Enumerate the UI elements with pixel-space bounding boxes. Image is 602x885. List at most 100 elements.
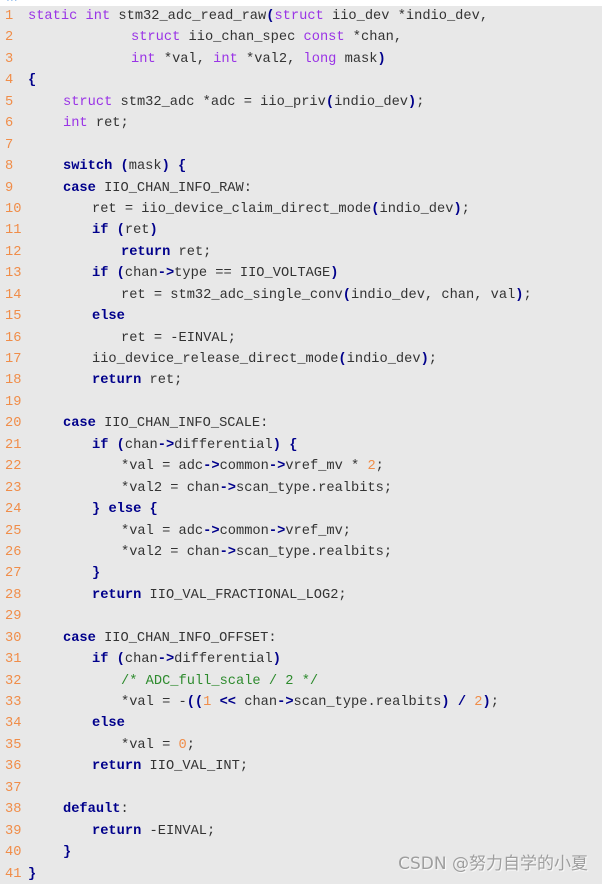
- code-line: 35 *val = 0;: [0, 735, 602, 756]
- code-content: {: [28, 70, 36, 91]
- operator: (: [116, 437, 125, 453]
- code-line: 2 struct iio_chan_spec const *chan,: [0, 27, 602, 48]
- code-line: 25 *val = adc->common->vref_mv;: [0, 521, 602, 542]
- operator: ->: [203, 523, 220, 539]
- code-text: chan: [124, 437, 158, 453]
- code-content: int *val, int *val2, long mask): [131, 49, 386, 70]
- code-content: if (chan->type == IIO_VOLTAGE): [92, 263, 338, 284]
- keyword: case: [63, 630, 96, 646]
- code-content: *val2 = chan->scan_type.realbits;: [121, 478, 392, 499]
- keyword: else: [108, 502, 142, 518]
- code-content: return ret;: [121, 242, 211, 263]
- code-text: iio_dev *indio_dev,: [323, 9, 489, 24]
- code-content: else: [92, 713, 125, 734]
- code-line: 38 default:: [0, 799, 602, 820]
- code-text: ret = iio_device_claim_direct_mode: [92, 201, 372, 217]
- code-content: static int stm32_adc_read_raw(struct iio…: [28, 6, 488, 27]
- code-text: scan_type.realbits;: [236, 544, 393, 560]
- code-content: *val = -((1 << chan->scan_type.realbits)…: [121, 692, 499, 713]
- operator: ->: [157, 266, 175, 282]
- code-content: if (chan->differential): [92, 649, 281, 670]
- code-line: 21 if (chan->differential) {: [0, 435, 602, 456]
- code-line: 3 int *val, int *val2, long mask): [0, 49, 602, 70]
- line-number: 35: [5, 737, 22, 753]
- operator: (: [325, 94, 335, 110]
- operator: ): [420, 352, 429, 367]
- line-number: 8: [5, 159, 14, 175]
- code-line: 34 else: [0, 713, 602, 734]
- operator: ): [408, 94, 417, 110]
- code-line: 26 *val2 = chan->scan_type.realbits;: [0, 542, 602, 563]
- code-line: 24} else {: [0, 499, 602, 520]
- code-content: struct stm32_adc *adc = iio_priv(indio_d…: [63, 92, 424, 113]
- operator: ((: [186, 695, 204, 710]
- code-text: *val = -: [121, 695, 187, 710]
- number-literal: 2: [367, 459, 376, 475]
- code-content: struct iio_chan_spec const *chan,: [131, 27, 402, 48]
- operator: ->: [219, 480, 237, 496]
- code-text: common: [219, 459, 269, 475]
- operator: (: [338, 352, 347, 367]
- code-text: ret;: [170, 244, 212, 260]
- operator: {: [178, 159, 187, 175]
- code-content: *val2 = chan->scan_type.realbits;: [121, 542, 392, 563]
- operator: ): [149, 223, 158, 239]
- code-content: }: [92, 563, 100, 584]
- line-number: 32: [5, 673, 22, 689]
- code-line: 23 *val2 = chan->scan_type.realbits;: [0, 478, 602, 499]
- code-text: IIO_VAL_INT;: [141, 759, 249, 775]
- code-text: ;: [461, 201, 470, 217]
- code-text: type == IIO_VOLTAGE: [174, 266, 331, 282]
- line-number: 11: [5, 223, 22, 239]
- line-number: 36: [5, 759, 22, 775]
- code-content: case IIO_CHAN_INFO_RAW:: [63, 178, 252, 199]
- operator: }: [92, 502, 101, 518]
- code-text: indio_dev: [346, 352, 421, 367]
- keyword: default: [63, 802, 121, 818]
- line-number: 2: [5, 30, 14, 46]
- code-text: *val2 = chan: [121, 480, 220, 496]
- line-number: 16: [5, 330, 22, 346]
- code-text: ;: [416, 94, 425, 110]
- code-text: *val2 = chan: [121, 544, 220, 560]
- code-line: 11 if (ret): [0, 220, 602, 241]
- code-content: else: [92, 306, 125, 327]
- code-content: return ret;: [92, 370, 182, 391]
- line-number: 3: [5, 51, 14, 67]
- code-content: *val = adc->common->vref_mv;: [121, 521, 351, 542]
- operator: ->: [157, 652, 175, 668]
- code-block: 1 static int stm32_adc_read_raw(struct ii…: [0, 6, 602, 884]
- code-content: return -EINVAL;: [92, 821, 215, 842]
- code-line: 20 case IIO_CHAN_INFO_SCALE:: [0, 413, 602, 434]
- code-text: IIO_CHAN_INFO_RAW:: [95, 180, 252, 196]
- code-content: } else {: [92, 499, 158, 520]
- number-literal: 2: [474, 695, 483, 710]
- keyword: return: [92, 373, 142, 389]
- code-text: ret: [124, 223, 150, 239]
- line-number: 34: [5, 716, 22, 732]
- code-text: *val,: [155, 51, 214, 67]
- line-number: 9: [5, 180, 14, 196]
- code-line: 8 switch (mask) {: [0, 156, 602, 177]
- operator: <<: [219, 695, 237, 710]
- type-keyword: int: [63, 116, 88, 132]
- operator: ->: [157, 437, 175, 453]
- operator: (: [371, 201, 380, 217]
- operator: ): [161, 159, 170, 175]
- code-text: ;: [490, 695, 499, 710]
- operator: ): [441, 695, 450, 710]
- comment: /* ADC_full_scale / 2 */: [121, 673, 319, 689]
- line-number: 29: [5, 609, 22, 625]
- code-text: IIO_CHAN_INFO_OFFSET:: [95, 630, 277, 646]
- code-content: }: [28, 864, 36, 885]
- operator: }: [63, 845, 72, 861]
- operator: ): [515, 287, 524, 303]
- keyword: return: [92, 759, 142, 775]
- watermark: CSDN @努力自学的小夏: [398, 854, 588, 874]
- code-text: :: [120, 802, 129, 818]
